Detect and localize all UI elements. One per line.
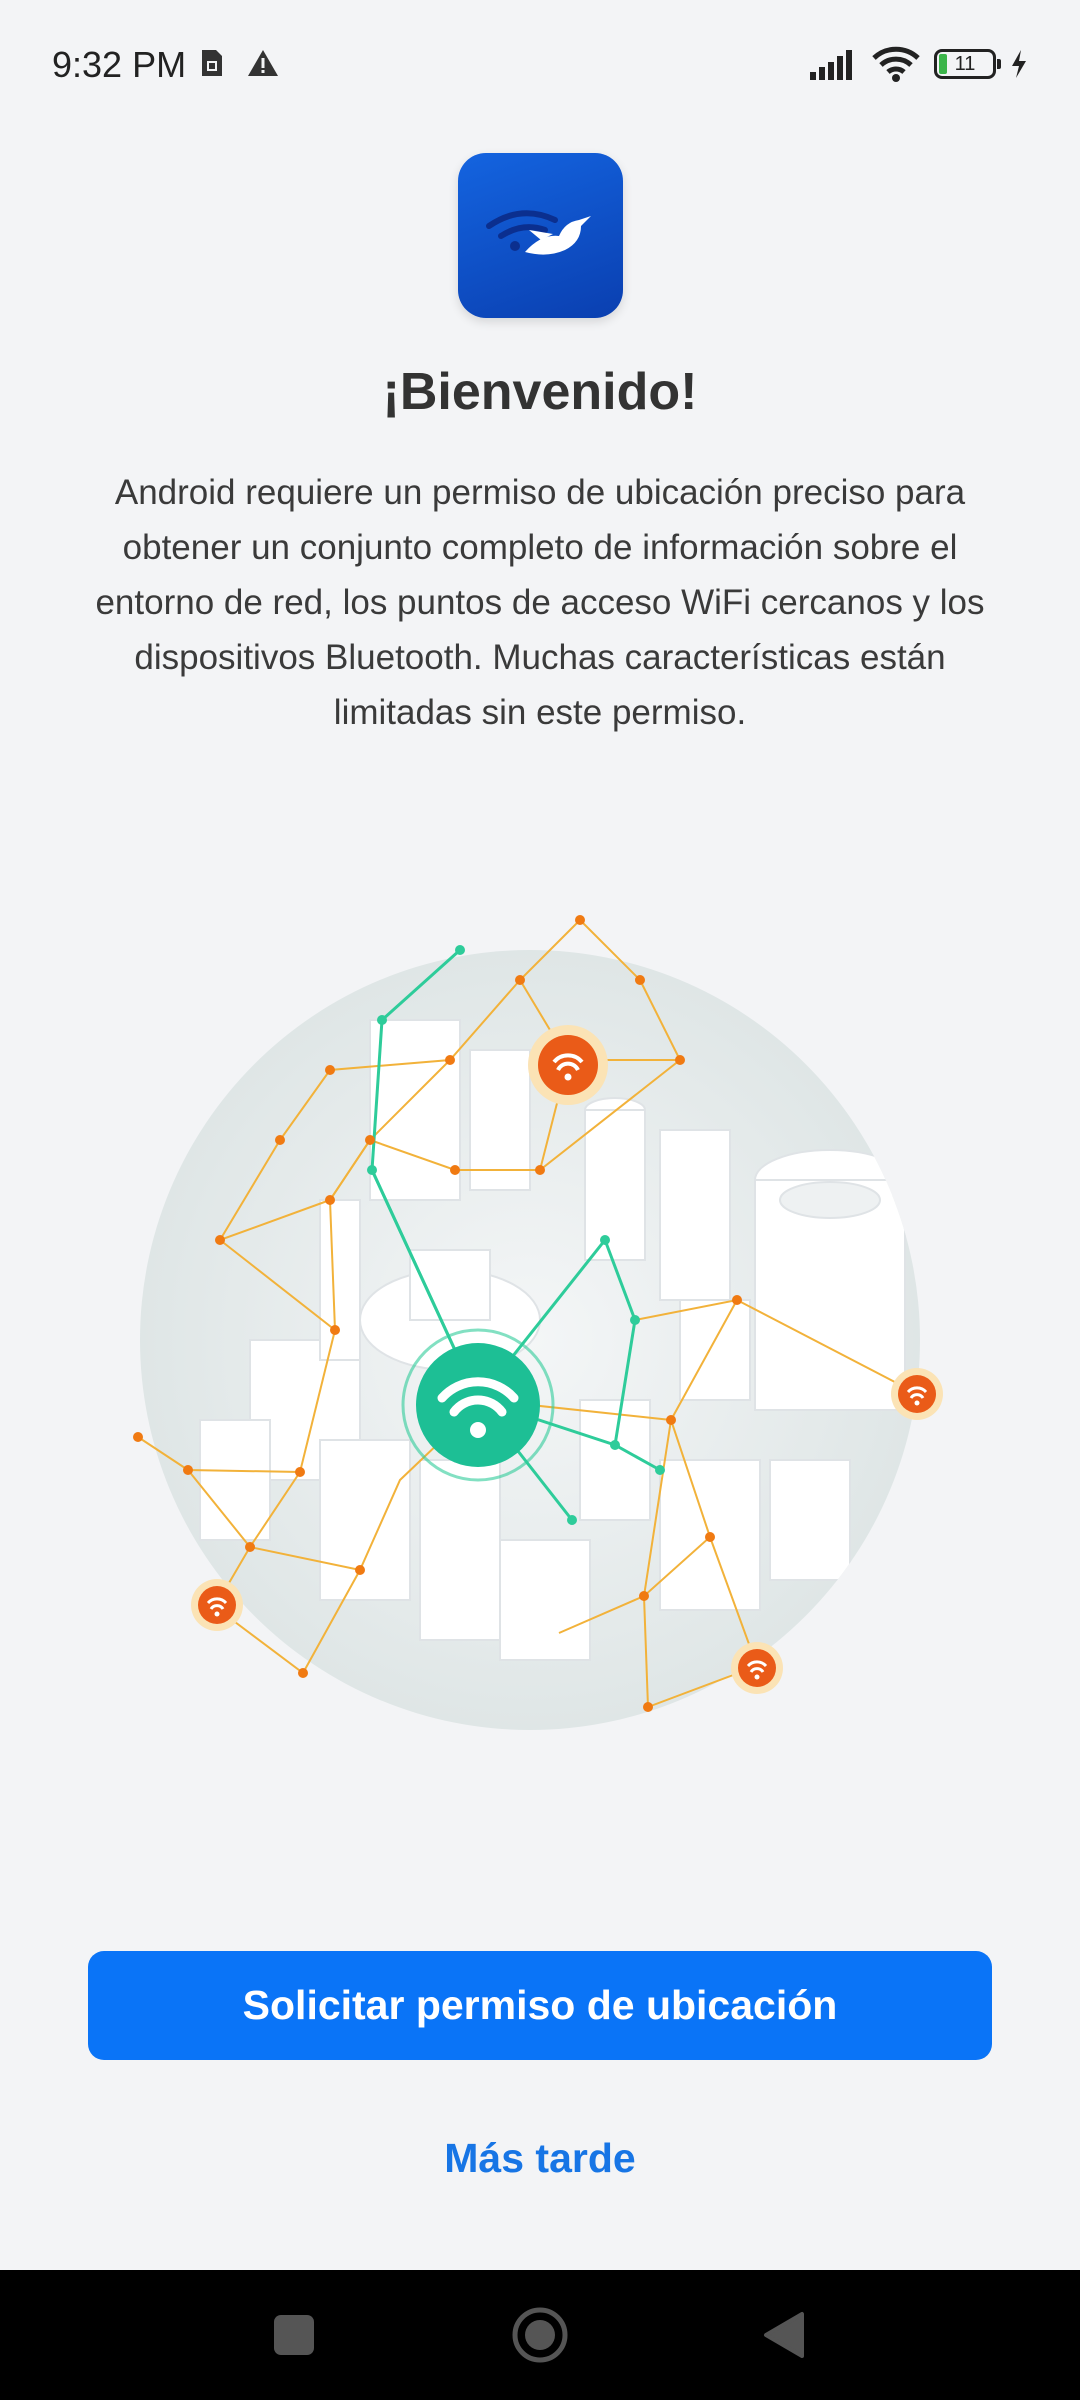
home-icon [512,2307,568,2363]
status-time: 9:32 PM [52,44,187,85]
navigation-bar [0,2270,1080,2400]
battery-level: 11 [954,52,976,75]
back-button[interactable] [724,2270,844,2400]
wifi-bird-logo-icon [485,209,591,255]
request-location-permission-button[interactable]: Solicitar permiso de ubicación [88,1951,992,2060]
app-logo [458,153,623,318]
sim-icon [202,50,222,76]
back-icon [764,2312,804,2358]
wifi-icon [872,46,920,82]
city-network-illustration [120,900,960,1760]
recents-icon [274,2315,314,2355]
signal-icon [810,50,852,80]
recents-button[interactable] [234,2270,354,2400]
later-button[interactable]: Más tarde [0,2135,1080,2182]
status-left-icons [200,48,280,78]
battery-icon: 11 [934,49,1001,79]
status-bar: 9:32 PM 11 [0,0,1080,130]
charging-icon [1012,50,1026,78]
home-button[interactable] [480,2270,600,2400]
page-title: ¡Bienvenido! [382,363,698,421]
permission-description: Android requiere un permiso de ubicación… [95,473,985,732]
alert-icon [248,50,278,76]
status-right-icons: 11 [810,46,1028,82]
